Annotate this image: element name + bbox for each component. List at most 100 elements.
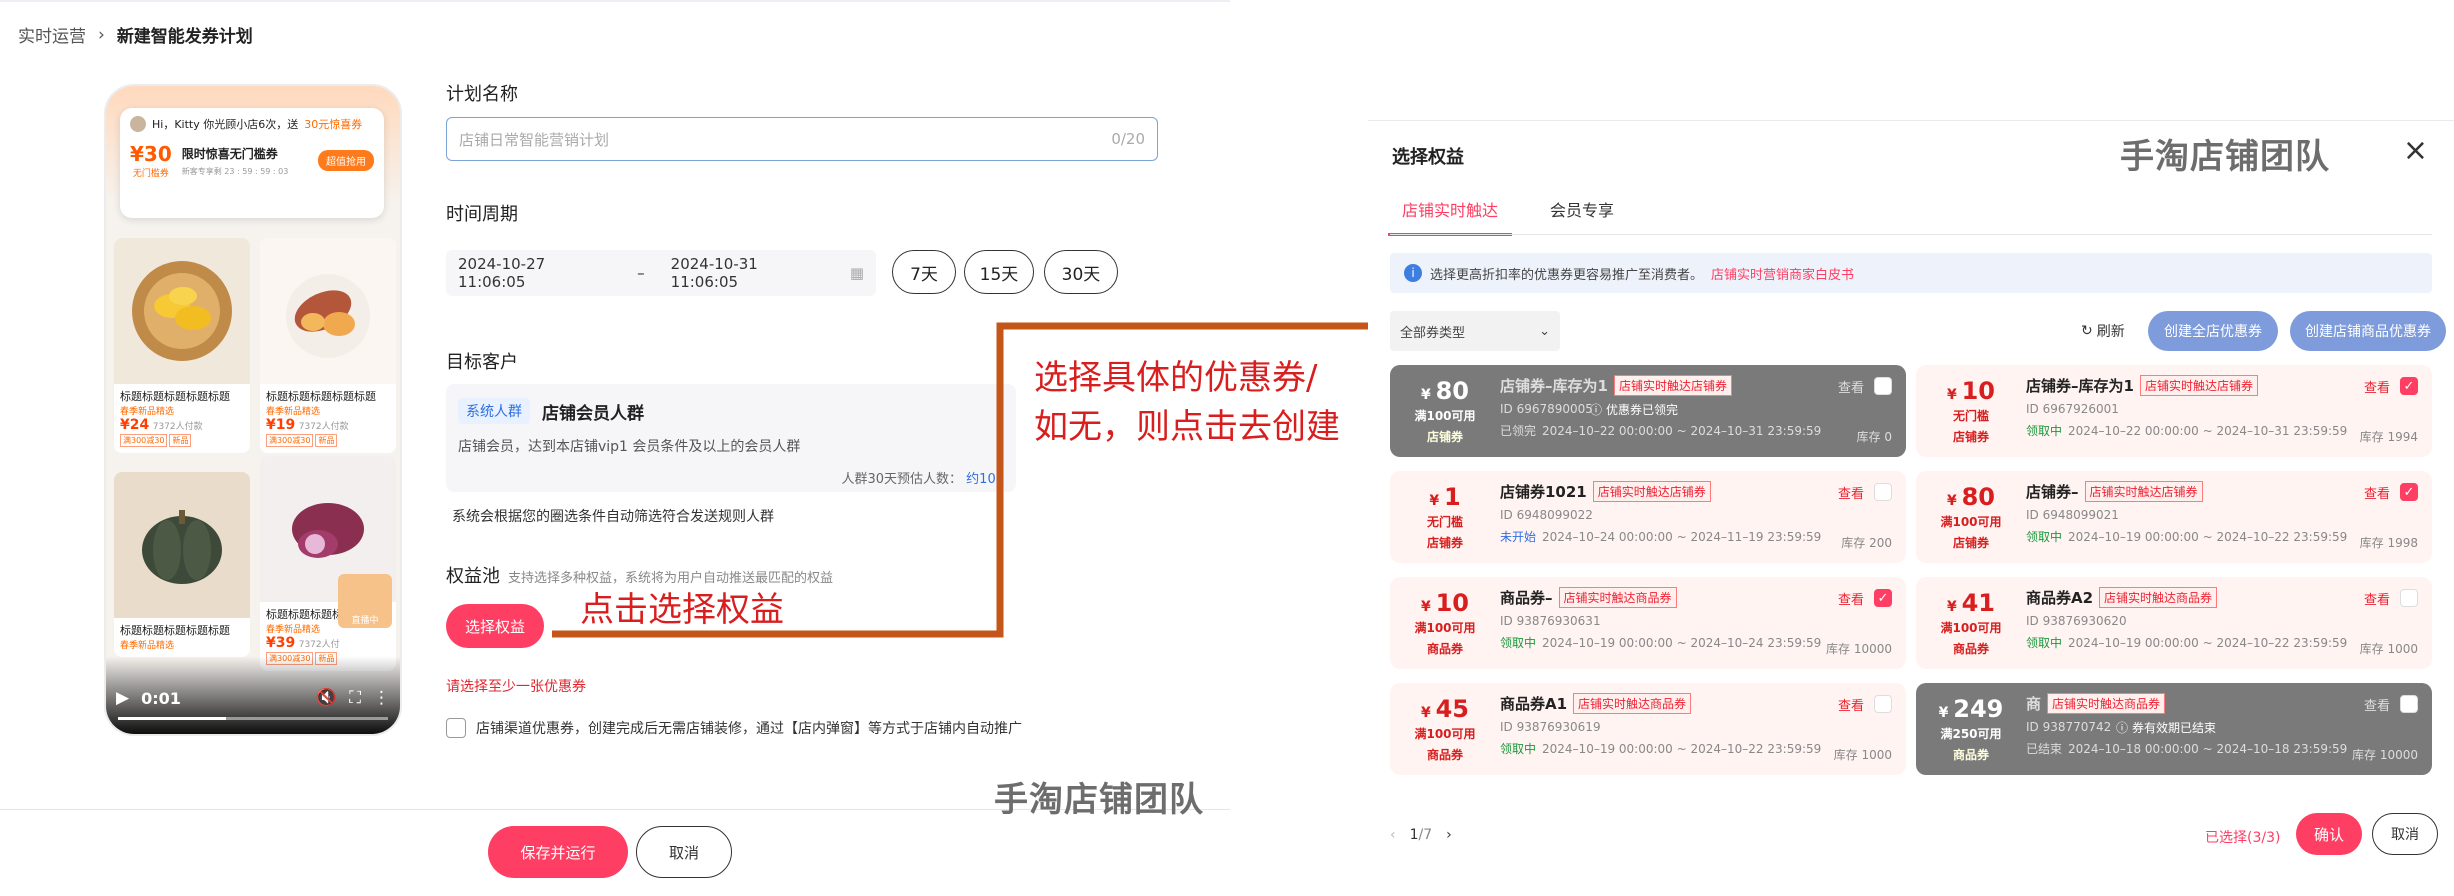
coupon-condition: 无门槛 — [1952, 409, 1989, 423]
close-icon[interactable]: × — [2403, 133, 2428, 168]
coupon-checkbox[interactable] — [2400, 589, 2418, 607]
coupon-period: 2024–10–19 00:00:00 ~ 2024–10–22 23:59:5… — [2068, 636, 2348, 650]
coupon-type-select[interactable]: 全部券类型 ⌄ — [1390, 311, 1560, 351]
tab-member[interactable]: 会员专享 — [1550, 197, 1614, 236]
coupon-badge: 店铺实时触达商品券 — [1573, 693, 1692, 714]
coupon-view-link[interactable]: 查看 — [1838, 483, 1864, 502]
coupon-checkbox[interactable] — [1874, 377, 1892, 395]
coupon-condition: 满100可用 — [1940, 621, 2002, 635]
coupon-condition: 满100可用 — [1940, 515, 2002, 529]
coupon-id: ID 93876930631 — [1500, 614, 1601, 628]
coupon-badge: 店铺实时触达商品券 — [2099, 587, 2218, 608]
coupon-period: 2024–10–22 00:00:00 ~ 2024–10–31 23:59:5… — [1542, 424, 1822, 438]
coupon-id: ID 93876930620 — [2026, 614, 2127, 628]
coupon-grid: ¥ 80 满100可用 店铺券 店铺券–库存为1 店铺实时触达店铺券 ID 6967890… — [1390, 365, 2432, 775]
coupon-value-block: ¥ 80 满100可用 店铺券 — [1414, 377, 1476, 444]
benefit-dialog: 选择权益 手淘店铺团队 × 店铺实时触达 会员专享 i 选择更高折扣率的优惠券更… — [1368, 120, 2454, 896]
coupon-view-link[interactable]: 查看 — [2364, 695, 2390, 714]
coupon-stock: 库存 1000 — [1833, 748, 1892, 762]
coupon-view-link[interactable]: 查看 — [2364, 589, 2390, 608]
coupon-view-link[interactable]: 查看 — [1838, 377, 1864, 396]
coupon-status: 领取中 — [2026, 530, 2063, 544]
coupon-type: 商品券 — [1426, 642, 1463, 656]
coupon-value-block: ¥ 249 满250可用 商品券 — [1938, 695, 2004, 762]
coupon-checkbox[interactable]: ✓ — [2400, 377, 2418, 395]
coupon-checkbox[interactable] — [2400, 695, 2418, 713]
coupon-period: 2024–10–22 00:00:00 ~ 2024–10–31 23:59:5… — [2068, 424, 2348, 438]
coupon-id: ID 6948099022 — [1500, 508, 1593, 522]
watermark-right: 手淘店铺团队 — [2120, 137, 2330, 177]
info-link[interactable]: 店铺实时营销商家白皮书 — [1711, 264, 1854, 283]
coupon-stock: 库存 200 — [1841, 536, 1892, 550]
coupon-checkbox[interactable]: ✓ — [1874, 589, 1892, 607]
info-icon: i — [1404, 264, 1422, 282]
coupon-period: 2024–10–19 00:00:00 ~ 2024–10–24 23:59:5… — [1542, 636, 1822, 650]
prev-page-icon[interactable]: ‹ — [1390, 827, 1396, 843]
coupon-type: 店铺券 — [1952, 430, 1989, 444]
coupon-stock: 库存 1994 — [2359, 430, 2418, 444]
coupon-card[interactable]: ¥ 10 满100可用 商品券 商品券– 店铺实时触达商品券 ID 93876930631… — [1390, 577, 1906, 669]
create-item-coupon-button[interactable]: 创建店铺商品优惠券 — [2290, 311, 2446, 351]
tab-realtime[interactable]: 店铺实时触达 — [1388, 197, 1513, 236]
coupon-overlay: ⓘ 券有效期已结束 — [2116, 719, 2216, 736]
page-current: 1 — [1409, 827, 1419, 843]
coupon-id: ID 93876930619 — [1500, 720, 1601, 734]
coupon-view-link[interactable]: 查看 — [2364, 377, 2390, 396]
coupon-card[interactable]: ¥ 249 满250可用 商品券商店铺实时触达商品券 ID 938770742 已结束 2… — [1916, 683, 2432, 775]
create-shop-coupon-button[interactable]: 创建全店优惠券 — [2148, 311, 2278, 351]
refresh-label: 刷新 — [2096, 324, 2125, 340]
coupon-card[interactable]: ¥ 80 满100可用 店铺券 店铺券– 店铺实时触达店铺券 ID 6948099021 领… — [1916, 471, 2432, 563]
coupon-status: 已结束 — [2026, 742, 2063, 756]
coupon-checkbox[interactable]: ✓ — [2400, 483, 2418, 501]
coupon-card[interactable]: ¥ 45 满100可用 商品券 商品券A1 店铺实时触达商品券 ID 9387693061… — [1390, 683, 1906, 775]
coupon-name: 店铺券– — [2026, 483, 2079, 501]
coupon-amount: 45 — [1435, 695, 1470, 723]
coupon-condition: 满100可用 — [1414, 409, 1476, 423]
coupon-name: 商 — [2026, 695, 2042, 713]
coupon-amount: 41 — [1961, 589, 1996, 617]
info-icon: ⓘ — [1590, 403, 1603, 417]
info-text: 选择更高折扣率的优惠券更容易推广至消费者。 — [1430, 267, 1704, 283]
coupon-badge: 店铺实时触达店铺券 — [2084, 481, 2203, 502]
confirm-button[interactable]: 确认 — [2296, 813, 2362, 855]
next-page-icon[interactable]: › — [1446, 827, 1452, 843]
annotation-choose-line2: 如无，则点击去创建 — [1034, 407, 1340, 448]
coupon-card[interactable]: ¥ 10 无门槛 店铺券 店铺券–库存为1 店铺实时触达店铺券 ID 6967926001… — [1916, 365, 2432, 457]
coupon-view-link[interactable]: 查看 — [2364, 483, 2390, 502]
refresh-icon: ↻ — [2081, 323, 2093, 339]
coupon-status: 领取中 — [1500, 636, 1537, 650]
coupon-card[interactable]: ¥ 80 满100可用 店铺券 店铺券–库存为1 店铺实时触达店铺券 ID 6967890… — [1390, 365, 1906, 457]
coupon-type: 店铺券 — [1426, 536, 1463, 550]
dialog-cancel-button[interactable]: 取消 — [2372, 813, 2438, 855]
coupon-badge: 店铺实时触达商品券 — [2047, 693, 2166, 714]
info-bar: i 选择更高折扣率的优惠券更容易推广至消费者。 店铺实时营销商家白皮书 — [1390, 253, 2432, 293]
coupon-value-block: ¥ 10 满100可用 商品券 — [1414, 589, 1476, 656]
coupon-condition: 满100可用 — [1414, 727, 1476, 741]
coupon-condition: 满100可用 — [1414, 621, 1476, 635]
coupon-name: 店铺券–库存为1 — [2026, 377, 2134, 395]
coupon-id: ID 6948099021 — [2026, 508, 2119, 522]
chevron-down-icon: ⌄ — [1539, 323, 1550, 339]
coupon-stock: 库存 10000 — [2352, 748, 2418, 762]
coupon-stock: 库存 10000 — [1826, 642, 1892, 656]
coupon-overlay-text: 优惠券已领完 — [1606, 403, 1679, 417]
coupon-checkbox[interactable] — [1874, 483, 1892, 501]
coupon-amount: 10 — [1961, 377, 1996, 405]
coupon-checkbox[interactable] — [1874, 695, 1892, 713]
coupon-id: ID 6967890005 — [1500, 402, 1593, 416]
coupon-condition: 满250可用 — [1940, 727, 2002, 741]
coupon-amount: 1 — [1443, 483, 1461, 511]
tab-divider — [1390, 234, 2432, 235]
annotation-choose-line1: 选择具体的优惠券/ — [1034, 358, 1318, 398]
coupon-card[interactable]: ¥ 1 无门槛 店铺券 店铺券1021 店铺实时触达店铺券 ID 6948099022 未开… — [1390, 471, 1906, 563]
refresh-button[interactable]: ↻ 刷新 — [2081, 321, 2125, 341]
coupon-status: 领取中 — [2026, 636, 2063, 650]
coupon-status: 已领完 — [1500, 424, 1537, 438]
coupon-type: 商品券 — [1952, 642, 1989, 656]
coupon-view-link[interactable]: 查看 — [1838, 589, 1864, 608]
coupon-stock: 库存 1998 — [2359, 536, 2418, 550]
coupon-card[interactable]: ¥ 41 满100可用 商品券 商品券A2 店铺实时触达商品券 ID 9387693062… — [1916, 577, 2432, 669]
coupon-view-link[interactable]: 查看 — [1838, 695, 1864, 714]
info-icon: ⓘ — [2116, 721, 2129, 735]
page-total: /7 — [1418, 827, 1433, 843]
